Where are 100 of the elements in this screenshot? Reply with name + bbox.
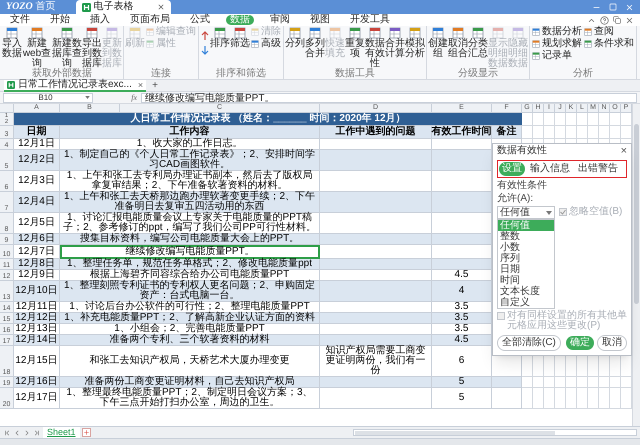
ribbon-button[interactable]: 重复项 <box>345 27 365 69</box>
table-cell[interactable]: 1、上午和张工去专利局办理证书副本，然后去了版权局拿复审结果；2、下午准备软著资料的材料。 <box>60 171 320 192</box>
ribbon-button[interactable]: 排序 <box>210 27 230 69</box>
table-cell: 12月16日 <box>14 377 60 388</box>
table-cell[interactable]: 1、整理任务单，规范任务单格式；2、修改电能质量ppt <box>60 259 320 270</box>
menu-tab[interactable]: 视图 <box>306 15 334 25</box>
dropdown-option[interactable]: 自定义 <box>498 297 554 308</box>
table-cell: 12月7日 <box>14 245 60 259</box>
name-box[interactable]: B10 <box>3 92 93 102</box>
table-cell: 12月9日 <box>14 270 60 281</box>
table-cell[interactable]: 1、上午和张工去天桥那边跑办理软著变更手续；2、下午准备明日去复审五四活动用的东西 <box>60 192 320 213</box>
ribbon-group-label: 连接 <box>150 69 172 79</box>
ribbon-button[interactable]: 数据有效性 <box>365 27 385 69</box>
table-cell[interactable]: 1、整理刻照专利证书的专利权人更名问题；2、申购固定资产：台式电脑一台。 <box>60 281 320 302</box>
table-cell: 12月6日 <box>14 234 60 245</box>
function-label[interactable]: fx <box>97 94 137 102</box>
table-cell: 4.5 <box>432 270 492 281</box>
ribbon-button[interactable]: 筛选 <box>230 27 250 69</box>
dropdown-option[interactable]: 时间 <box>498 275 554 286</box>
table-cell: 12月10日 <box>14 281 60 302</box>
table-cell: 12月15日 <box>14 346 60 377</box>
dialog-tab[interactable]: 输入信息 <box>527 162 573 176</box>
table-cell[interactable]: 1、补充电能质量PPT；2、了解高新企业认证方面的资料 <box>60 313 320 324</box>
table-cell[interactable]: 1、收大家的工作日志。 <box>60 139 320 150</box>
table-cell[interactable]: 1、讨论后台办公软件的可行性；2、整理电能质量PPT <box>60 302 320 313</box>
title-cell: 人日常工作情况记录表 （姓名：______ 时间：2020年 12月） <box>14 113 522 126</box>
ribbon-button[interactable]: 合并计算 <box>385 27 405 69</box>
table-cell[interactable]: 准备两份工商变更证明材料，自己去知识产权局 <box>60 377 320 388</box>
menu-tab[interactable]: 审阅 <box>266 15 294 25</box>
ribbon-button[interactable]: 查阅 <box>584 27 634 37</box>
close-button[interactable]: × <box>620 146 627 156</box>
ribbon-button[interactable]: 高级 <box>251 39 281 49</box>
app-logo: YOZO <box>6 2 33 12</box>
ribbon-button[interactable]: 新建web查询 <box>22 27 52 69</box>
document-tab[interactable]: 日常工作情况记录表exc... × <box>4 80 146 92</box>
ribbon-group-label: 分级显示 <box>457 69 499 79</box>
table-cell[interactable]: 搜集目标资料，编写公司电能质量大会上的PPT。 <box>60 234 320 245</box>
ribbon-button[interactable]: 多列合并 <box>305 27 325 69</box>
header-cell: 有效工作时间 <box>432 126 492 139</box>
dropdown-option[interactable]: 序列 <box>498 253 554 264</box>
table-cell: 3.5 <box>432 324 492 335</box>
header-cell: 备注 <box>492 126 522 139</box>
ribbon-button[interactable]: 记录单 <box>532 51 582 61</box>
menu-tab[interactable]: 页面布局 <box>126 15 174 25</box>
sheet-tab[interactable]: Sheet1 <box>43 427 80 438</box>
ribbon-button[interactable]: 规划求解 <box>532 39 582 49</box>
dialog-button[interactable]: 取消 <box>597 335 627 351</box>
table-cell[interactable]: 根据上海碧齐同容综合给办公司电能质量PPT <box>60 270 320 281</box>
ribbon-button[interactable]: 数据分析 <box>532 27 582 37</box>
ribbon-button[interactable]: 分类汇总 <box>468 27 488 69</box>
dialog-tab[interactable]: 出错警告 <box>575 162 621 176</box>
dialog-button[interactable]: 全部清除(C) <box>497 335 561 351</box>
table-cell[interactable]: 和张工去知识产权局，天桥艺术大厦办理变更 <box>60 346 320 377</box>
ribbon-group-label: 排序和筛选 <box>215 69 267 79</box>
table-cell: 5 <box>432 377 492 388</box>
table-cell: 12月5日 <box>14 213 60 234</box>
table-cell: 知识产权局需要工商变更证明两份，我们有一份 <box>320 346 432 377</box>
table-cell: 12月11日 <box>14 302 60 313</box>
table-cell: 12月8日 <box>14 259 60 270</box>
table-cell[interactable]: 1、小组会；2、完善电能质量PPT <box>60 324 320 335</box>
table-cell: 12月2日 <box>14 150 60 171</box>
add-tab-button[interactable]: + <box>152 80 158 90</box>
dropdown-option[interactable]: 日期 <box>498 264 554 275</box>
ribbon-button[interactable]: 分列 <box>285 27 305 69</box>
dropdown-option[interactable]: 文本长度 <box>498 286 554 297</box>
dropdown-option[interactable]: 小数 <box>498 242 554 253</box>
table-cell: 5 <box>432 388 492 409</box>
close-button[interactable]: × <box>138 80 144 90</box>
table-cell[interactable]: 1、制定自己的《个人日常工作记录表》；2、安排时间学习CAD画图软件。 <box>60 150 320 171</box>
table-cell[interactable]: 1、讨论汇报电能质量会议上专家关于电能质量的PPT稿子；2、参考修订的ppt，编写了我们公司PP可行性材料。 <box>60 213 320 234</box>
header-cell: 日期 <box>14 126 60 139</box>
table-cell: 12月13日 <box>14 324 60 335</box>
menu-tab[interactable]: 公式 <box>186 15 214 25</box>
ribbon-button[interactable]: 创建组 <box>428 27 448 69</box>
table-cell: 12月3日 <box>14 171 60 192</box>
allow-select[interactable]: 任何值 <box>497 206 555 219</box>
document-type-tab[interactable]: 电子表格 <box>76 0 171 14</box>
menu-tab[interactable]: 开始 <box>46 15 74 25</box>
ribbon-button[interactable]: 条件求和 <box>584 39 634 49</box>
table-cell: 4.5 <box>432 335 492 346</box>
ribbon-button[interactable]: 导出到数据库 <box>82 27 102 69</box>
menu-tab[interactable]: 文件 <box>6 15 34 25</box>
dialog-title: 数据有效性 <box>497 146 547 156</box>
ribbon-group-label: 数据工具 <box>334 69 376 79</box>
section-label: 有效性条件 <box>497 180 548 191</box>
ribbon-button[interactable]: 导入数据 <box>2 27 22 69</box>
table-cell[interactable]: 继续修改编写电能质量PPT。 <box>60 245 320 259</box>
ribbon-button[interactable]: 新建数据库查询 <box>52 27 82 69</box>
menu-tab[interactable]: 插入 <box>86 15 114 25</box>
table-cell[interactable]: 准备两个专利、三个软著资料的材料 <box>60 335 320 346</box>
field-label: 允许(A): <box>497 193 534 204</box>
ribbon-button[interactable]: 模拟分析 <box>405 27 425 69</box>
table-cell: 12月12日 <box>14 313 60 324</box>
ribbon-button[interactable]: 取消组合 <box>448 27 468 69</box>
header-cell: 工作中遇到的问题 <box>320 126 432 139</box>
dropdown-option[interactable]: 整数 <box>498 231 554 242</box>
formula-field[interactable]: 继续修改编写电能质量PPT。 <box>141 92 637 102</box>
table-cell[interactable]: 1、整理最终电能质量PPT；2、制定明日会议方案；3、下午三点开始打扫办公室，周边的卫生。 <box>60 388 320 409</box>
table-cell: 12月17日 <box>14 388 60 409</box>
menu-tab[interactable]: 开发工具 <box>346 15 394 25</box>
